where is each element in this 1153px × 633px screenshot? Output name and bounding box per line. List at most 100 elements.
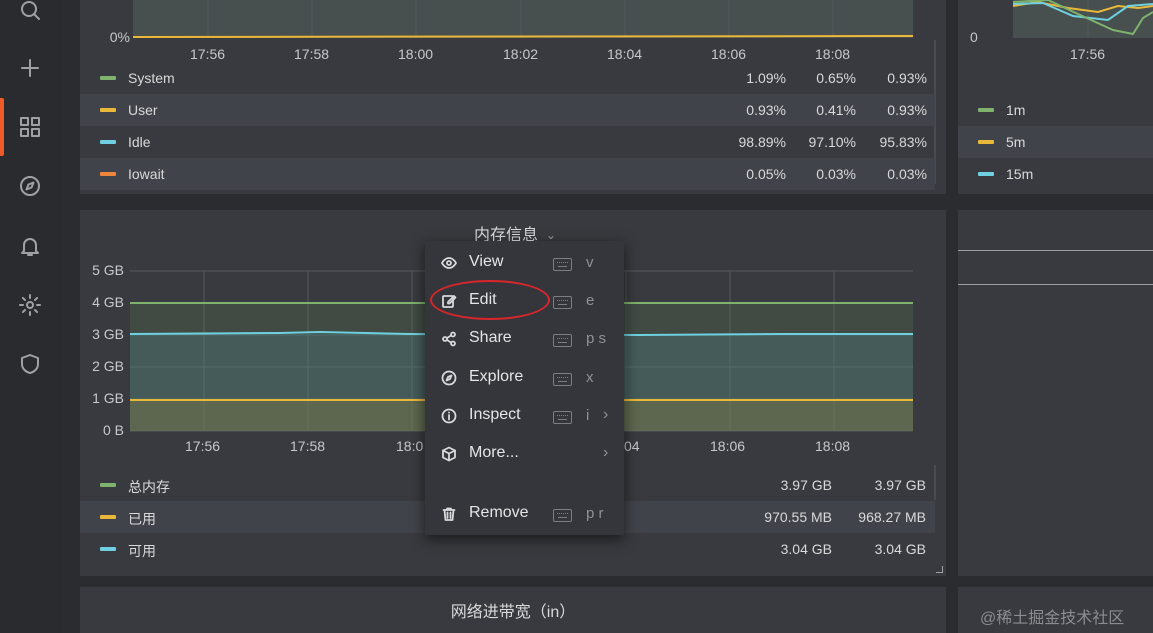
x-tick: 18:00: [398, 46, 434, 62]
legend-value: 0.03%: [816, 166, 856, 182]
x-tick: 17:56: [185, 438, 221, 454]
keyboard-icon: [553, 258, 572, 271]
sidebar-active-indicator: [0, 98, 4, 156]
menu-item-label: Remove: [469, 504, 529, 521]
legend-name: 15m: [1006, 166, 1034, 182]
keyboard-icon: [553, 373, 572, 386]
legend-name: Idle: [128, 134, 151, 150]
resize-handle[interactable]: [936, 566, 943, 573]
menu-item-inspect[interactable]: Inspect i ›: [425, 398, 624, 434]
legend-row[interactable]: 15m: [958, 158, 1153, 190]
keyboard-icon: [553, 334, 572, 347]
y-axis-label: 0%: [109, 29, 130, 45]
shortcut-key: e: [586, 292, 595, 309]
menu-item-share[interactable]: Share p s: [425, 321, 624, 357]
plus-icon[interactable]: [14, 52, 46, 84]
menu-item-label: Share: [469, 329, 512, 346]
legend-value: 97.10%: [808, 134, 856, 150]
y-axis-label: 4 GB: [92, 294, 124, 310]
legend-name: 5m: [1006, 134, 1026, 150]
legend-value: 0.93%: [887, 70, 927, 86]
x-tick: 17:58: [294, 46, 330, 62]
legend-value: 970.55 MB: [764, 509, 832, 525]
legend-value: 0.93%: [887, 102, 927, 118]
load-graph: [1012, 0, 1153, 38]
sidebar: [0, 0, 62, 633]
compass-icon[interactable]: [14, 170, 46, 202]
bell-icon[interactable]: [14, 230, 46, 262]
x-tick: 04: [624, 438, 640, 454]
x-tick: 18:06: [710, 438, 746, 454]
legend-value: 0.03%: [887, 166, 927, 182]
menu-item-more[interactable]: More... ›: [425, 436, 624, 472]
legend-value: 3.04 GB: [874, 541, 926, 557]
y-axis-label: 2 GB: [92, 358, 124, 374]
legend-swatch: [978, 108, 994, 112]
legend-row[interactable]: 1m: [958, 94, 1153, 126]
legend-row[interactable]: System 1.09% 0.65% 0.93%: [80, 62, 935, 94]
highlight-annotation: [430, 280, 550, 320]
chevron-right-icon: ›: [603, 406, 609, 423]
menu-item-remove[interactable]: Remove p r: [425, 496, 624, 532]
x-tick: 17:56: [190, 46, 226, 62]
y-axis-label: 5 GB: [92, 262, 124, 278]
dashboards-icon[interactable]: [14, 111, 46, 143]
shield-icon[interactable]: [14, 348, 46, 380]
legend-value: 95.83%: [879, 134, 927, 150]
shortcut-key: v: [586, 254, 594, 271]
legend-swatch: [978, 140, 994, 144]
legend-row[interactable]: Iowait 0.05% 0.03% 0.03%: [80, 158, 935, 190]
shortcut-key: x: [586, 369, 594, 386]
legend-swatch: [100, 76, 116, 80]
menu-item-label: View: [469, 253, 504, 270]
menu-item-label: More...: [469, 444, 519, 461]
legend-row[interactable]: 5m: [958, 126, 1153, 158]
legend-value: 968.27 MB: [858, 509, 926, 525]
x-tick: 18:04: [607, 46, 643, 62]
keyboard-icon: [553, 509, 572, 522]
legend-swatch: [100, 483, 116, 487]
right-panel: [958, 210, 1153, 576]
gear-icon[interactable]: [14, 289, 46, 321]
chevron-down-icon[interactable]: ⌄: [546, 228, 556, 242]
shortcut-key: i: [586, 407, 590, 424]
legend-value: 0.65%: [816, 70, 856, 86]
legend-value: 0.41%: [816, 102, 856, 118]
y-axis-label: 0: [970, 29, 978, 45]
legend-row[interactable]: Idle 98.89% 97.10% 95.83%: [80, 126, 935, 158]
x-tick: 18:08: [815, 438, 851, 454]
search-icon[interactable]: [14, 0, 46, 26]
legend-swatch: [100, 140, 116, 144]
shortcut-key: p r: [586, 505, 604, 522]
legend-name: System: [128, 70, 175, 86]
legend-row[interactable]: 可用 3.04 GB 3.04 GB: [80, 533, 935, 565]
info-icon: [441, 408, 457, 424]
cube-icon: [441, 446, 457, 462]
legend-name: User: [128, 102, 158, 118]
y-axis-label: 1 GB: [92, 390, 124, 406]
menu-item-label: Inspect: [469, 406, 521, 423]
x-tick: 17:58: [290, 438, 326, 454]
x-tick: 18:08: [815, 46, 851, 62]
legend-swatch: [978, 172, 994, 176]
keyboard-icon: [553, 296, 572, 309]
legend-swatch: [100, 172, 116, 176]
divider: [958, 284, 1153, 285]
legend-swatch: [100, 108, 116, 112]
compass-icon: [441, 370, 457, 386]
trash-icon: [441, 506, 457, 522]
load-panel: 0 17:56 1m 5m 15m: [958, 0, 1153, 194]
menu-item-label: Explore: [469, 368, 524, 385]
watermark: @稀土掘金技术社区: [980, 610, 1125, 627]
panel-title[interactable]: 网络进带宽（in）: [80, 598, 946, 622]
menu-item-explore[interactable]: Explore x: [425, 360, 624, 396]
legend-name: Iowait: [128, 166, 165, 182]
legend-name: 可用: [128, 543, 156, 559]
legend-swatch: [100, 547, 116, 551]
legend-value: 0.93%: [746, 102, 786, 118]
legend-row[interactable]: User 0.93% 0.41% 0.93%: [80, 94, 935, 126]
menu-item-view[interactable]: View v: [425, 245, 624, 281]
x-tick: 18:06: [711, 46, 747, 62]
x-tick: 18:02: [503, 46, 539, 62]
legend-name: 1m: [1006, 102, 1026, 118]
